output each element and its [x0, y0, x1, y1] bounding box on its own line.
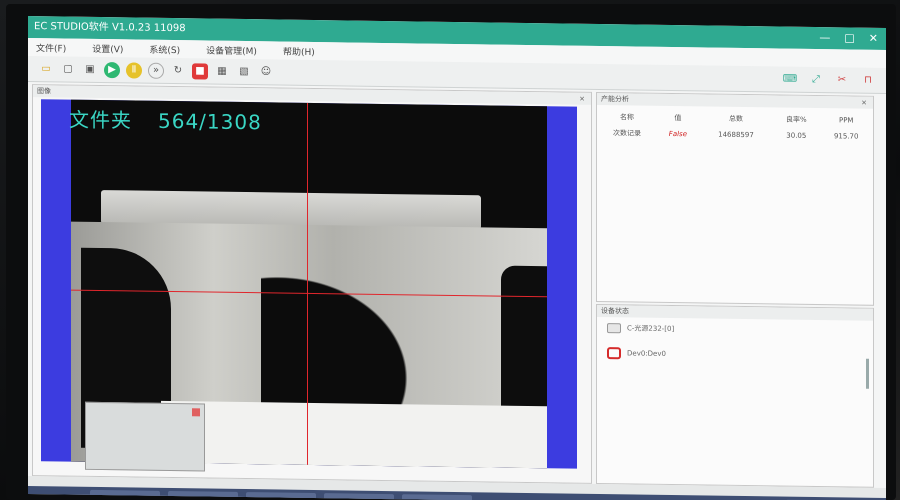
popup-thumbnail[interactable] — [85, 401, 205, 472]
row-name: 次数记录 — [613, 129, 642, 138]
new-file-icon[interactable]: ▢ — [60, 61, 76, 77]
table-row[interactable]: 次数记录 False 14688597 30.05 915.70 — [597, 125, 873, 145]
device-label: C-光源232-[0] — [627, 324, 675, 334]
stats-panel: 产能分析 × 名称 值 总数 良率% PPM 次数记录 False 146885… — [596, 91, 874, 306]
menu-settings[interactable]: 设置(V) — [92, 41, 123, 54]
user-icon[interactable]: ☺ — [258, 64, 274, 80]
lock-icon[interactable]: ⊓ — [860, 72, 876, 88]
save-icon[interactable]: ▣ — [82, 61, 98, 77]
column-header: 总数 — [728, 114, 743, 123]
device-panel-scrollbar[interactable] — [866, 358, 869, 389]
overlay-image-count: 564/1308 — [158, 108, 262, 135]
menu-file[interactable]: 文件(F) — [36, 41, 66, 54]
close-icon[interactable] — [192, 408, 200, 417]
stop-icon[interactable]: ■ — [192, 62, 208, 80]
image-icon[interactable]: ▧ — [236, 63, 252, 79]
maximize-icon[interactable]: □ — [844, 27, 854, 49]
taskbar-item[interactable] — [402, 494, 472, 500]
part-lower-strip — [161, 400, 547, 469]
tools-icon[interactable]: ✂ — [834, 71, 850, 87]
stats-panel-title: 产能分析 — [601, 95, 629, 104]
column-header: 良率% — [785, 115, 807, 124]
column-header: PPM — [838, 116, 854, 125]
app-screen: EC STUDIO软件 V1.0.23 11098 — □ ✕ 文件(F) 设置… — [28, 16, 886, 500]
row-ppm: 915.70 — [833, 132, 859, 141]
keyboard-icon[interactable]: ⌨ — [782, 71, 798, 87]
light-source-icon — [607, 323, 621, 334]
column-header: 名称 — [620, 113, 635, 122]
device-panel-title: 设备状态 — [601, 307, 629, 316]
camera-icon — [607, 347, 621, 360]
device-label: Dev0:Dev0 — [627, 349, 666, 358]
menu-system[interactable]: 系统(S) — [149, 42, 180, 55]
row-total: 14688597 — [718, 130, 754, 140]
pause-icon[interactable]: Ⅱ — [126, 61, 142, 79]
stats-panel-header: 产能分析 × — [597, 92, 873, 109]
device-panel: 设备状态 C-光源232-[0] Dev0:Dev0 — [596, 303, 874, 488]
close-icon[interactable]: × — [861, 97, 867, 109]
fullscreen-icon[interactable]: ⤢ — [808, 71, 824, 87]
image-panel-title: 图像 — [37, 87, 51, 96]
menu-help[interactable]: 帮助(H) — [283, 44, 315, 57]
minimize-icon[interactable]: — — [819, 27, 830, 49]
menu-device-management[interactable]: 设备管理(M) — [206, 43, 257, 57]
image-panel: 图像 × 文件夹 564/1308 — [32, 84, 592, 484]
step-icon[interactable]: » — [148, 62, 164, 79]
overlay-folder-label: 文件夹 — [69, 107, 132, 133]
crosshair-vertical — [307, 102, 308, 465]
toolbar-right: ⌨ ⤢ ✂ ⊓ — [782, 71, 876, 88]
close-icon[interactable]: × — [579, 93, 585, 105]
window-controls: — □ ✕ — [819, 27, 878, 50]
grid-icon[interactable]: ▦ — [214, 63, 230, 79]
refresh-icon[interactable]: ↻ — [170, 62, 186, 78]
close-icon[interactable]: ✕ — [869, 28, 878, 50]
device-item-camera[interactable]: Dev0:Dev0 — [597, 333, 873, 363]
image-overlay-text: 文件夹 564/1308 — [69, 104, 288, 136]
window-title: EC STUDIO软件 V1.0.23 11098 — [34, 21, 186, 35]
row-yield: 30.05 — [786, 131, 807, 140]
run-icon[interactable]: ▶ — [104, 61, 120, 78]
stats-table: 名称 值 总数 良率% PPM 次数记录 False 14688597 30.0… — [597, 109, 873, 145]
row-value: False — [668, 129, 688, 139]
monitor-photo: EC STUDIO软件 V1.0.23 11098 — □ ✕ 文件(F) 设置… — [0, 0, 900, 500]
open-folder-icon[interactable]: ▭ — [38, 61, 54, 77]
column-header: 值 — [674, 114, 682, 123]
